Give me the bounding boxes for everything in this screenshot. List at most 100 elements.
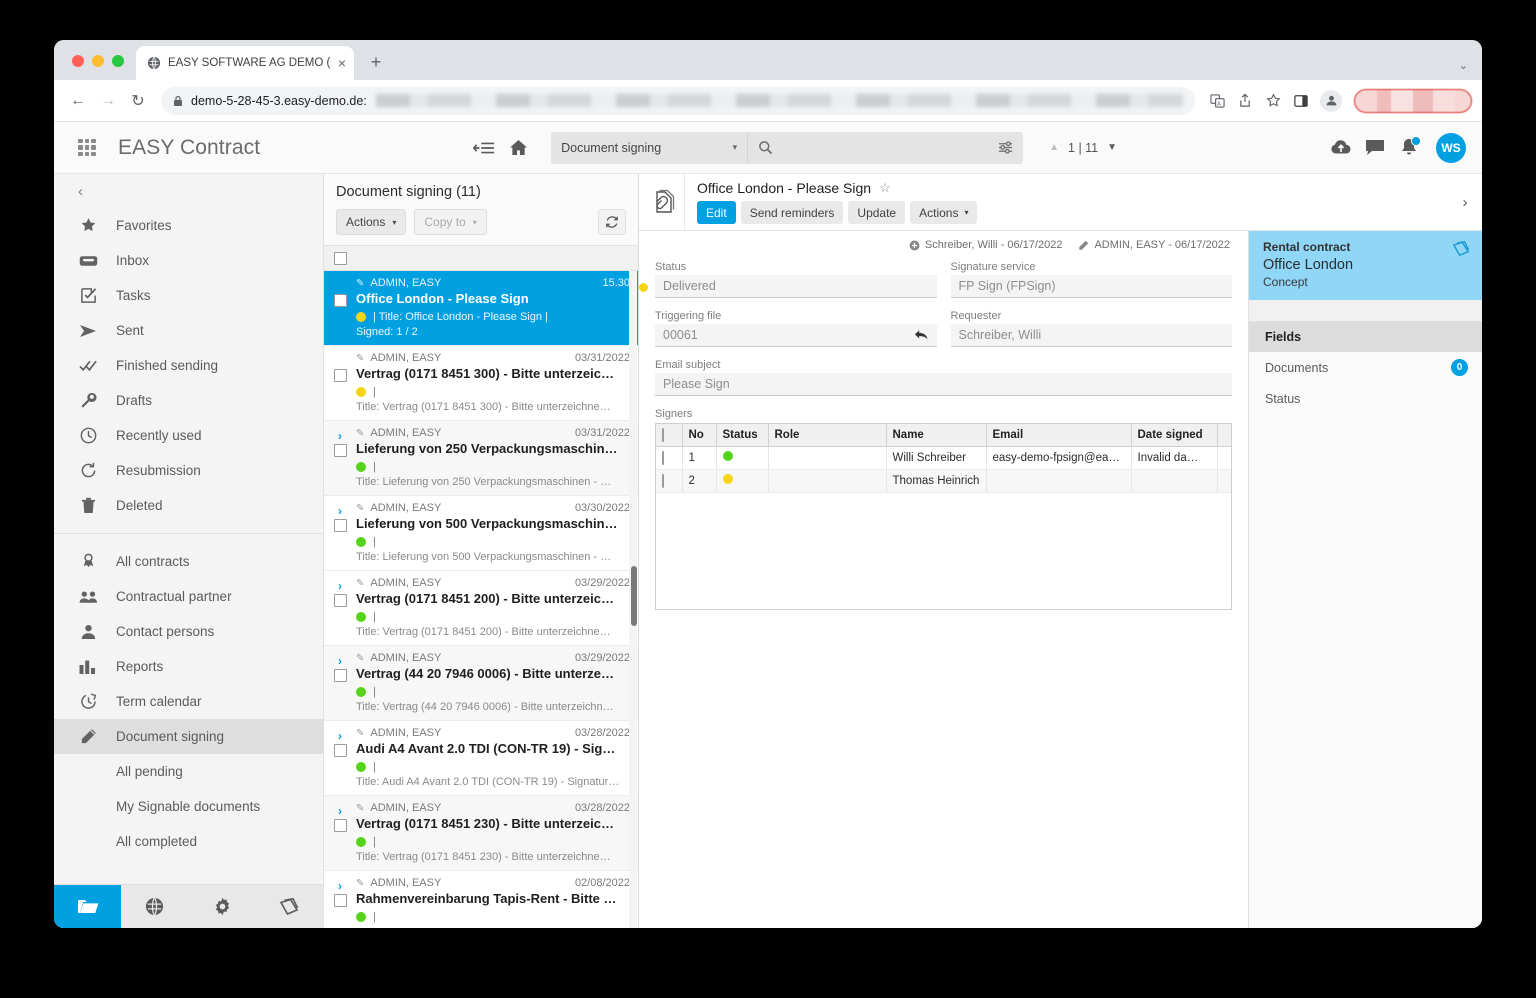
sidebar-item-all-contracts[interactable]: All contracts	[54, 544, 323, 579]
document-list[interactable]: › ✎ ADMIN, EASY 15.30 Office London - Pl…	[324, 271, 638, 928]
signers-row-checkbox[interactable]	[662, 473, 664, 488]
rail-section-fields[interactable]: Fields	[1249, 322, 1482, 352]
sidebar-subitem-all-pending[interactable]: All pending	[54, 754, 323, 789]
back-button[interactable]: ←	[64, 87, 92, 115]
list-item[interactable]: › ✎ ADMIN, EASY 03/31/2022 Vertrag (0171…	[324, 346, 638, 421]
list-item[interactable]: › ✎ ADMIN, EASY 03/28/2022 Vertrag (0171…	[324, 796, 638, 871]
gear-icon[interactable]	[189, 885, 256, 928]
sidebar-item-term-calendar[interactable]: Term calendar	[54, 684, 323, 719]
user-avatar[interactable]: WS	[1436, 132, 1466, 163]
sidebar-item-drafts[interactable]: Drafts	[54, 383, 323, 418]
expand-chevron-icon[interactable]: ›	[338, 654, 342, 669]
sidebar-item-finished-sending[interactable]: Finished sending	[54, 348, 323, 383]
list-actions-button[interactable]: Actions ▾	[336, 209, 407, 235]
extension-redacted-badge[interactable]	[1354, 88, 1472, 113]
signers-col-name[interactable]: Name	[886, 424, 987, 447]
notifications-icon[interactable]	[1392, 131, 1426, 165]
edit-button[interactable]: Edit	[697, 201, 736, 224]
list-item[interactable]: › ✎ ADMIN, EASY 03/28/2022 Audi A4 Avant…	[324, 721, 638, 796]
table-row[interactable]: 2 Thomas Heinrich	[656, 469, 1231, 493]
list-item-checkbox[interactable]	[333, 444, 347, 457]
forward-button[interactable]: →	[94, 87, 122, 115]
browser-tab[interactable]: EASY SOFTWARE AG DEMO (C ×	[136, 46, 354, 80]
rail-item-documents[interactable]: Documents 0	[1249, 352, 1482, 383]
field-status-input[interactable]: Delivered	[655, 275, 937, 298]
table-row[interactable]: 1 Willi Schreiber easy-demo-fpsign@ea… I…	[656, 446, 1231, 470]
sidebar-item-resubmission[interactable]: Resubmission	[54, 453, 323, 488]
profile-avatar-icon[interactable]	[1320, 89, 1342, 112]
search-filter-icon[interactable]	[998, 140, 1013, 155]
tab-list-chevron-icon[interactable]: ⌄	[1459, 59, 1468, 72]
sidebar-collapse-button[interactable]: ‹	[54, 174, 323, 208]
translate-icon[interactable]: A	[1204, 88, 1230, 114]
next-record-chevron-icon[interactable]: ›	[1448, 174, 1482, 230]
list-item-checkbox[interactable]	[333, 369, 347, 382]
sidebar-item-contact-persons[interactable]: Contact persons	[54, 614, 323, 649]
sidebar-subitem-my-signable-documents[interactable]: My Signable documents	[54, 789, 323, 824]
reload-button[interactable]: ↻	[124, 87, 152, 115]
maximize-window-button[interactable]	[112, 55, 124, 67]
share-icon[interactable]	[1232, 88, 1258, 114]
expand-chevron-icon[interactable]: ›	[338, 504, 342, 519]
window-controls[interactable]	[64, 55, 136, 80]
app-grid-icon[interactable]	[78, 138, 96, 157]
list-item-checkbox[interactable]	[333, 519, 347, 532]
list-item-checkbox[interactable]	[333, 744, 347, 757]
sidebar-subitem-all-completed[interactable]: All completed	[54, 824, 323, 859]
signers-row-checkbox[interactable]	[662, 450, 664, 465]
close-window-button[interactable]	[72, 55, 84, 67]
detail-actions-button[interactable]: Actions ▾	[910, 201, 978, 224]
rail-contract-card[interactable]: Rental contract Office London Concept	[1249, 231, 1482, 300]
send-reminders-button[interactable]: Send reminders	[740, 201, 844, 224]
cloud-upload-icon[interactable]	[1324, 131, 1358, 165]
address-bar[interactable]: demo-5-28-45-3.easy-demo.de:	[161, 86, 1195, 115]
signers-select-all-checkbox[interactable]	[662, 427, 664, 442]
collapse-panel-icon[interactable]	[467, 131, 501, 165]
pager-prev-icon[interactable]: ▲	[1049, 142, 1059, 153]
list-item[interactable]: › ✎ ADMIN, EASY 02/08/2022 Rahmenvereinb…	[324, 871, 638, 928]
field-requester-input[interactable]: Schreiber, Willi	[950, 324, 1232, 347]
expand-chevron-icon[interactable]: ›	[338, 579, 342, 594]
sidebar-item-document-signing[interactable]: Document signing	[54, 719, 323, 754]
update-button[interactable]: Update	[848, 201, 906, 224]
list-item[interactable]: › ✎ ADMIN, EASY 15.30 Office London - Pl…	[324, 271, 638, 346]
side-panel-icon[interactable]	[1288, 88, 1314, 114]
favorite-star-icon[interactable]: ☆	[879, 180, 891, 196]
list-scrollbar-thumb[interactable]	[631, 566, 637, 626]
minimize-window-button[interactable]	[92, 55, 104, 67]
list-item-checkbox[interactable]	[333, 669, 347, 682]
search-scope-dropdown[interactable]: Document signing ▾	[551, 131, 748, 164]
sidebar-item-sent[interactable]: Sent	[54, 313, 323, 348]
sidebar-item-deleted[interactable]: Deleted	[54, 488, 323, 523]
copy-icon[interactable]	[1452, 241, 1470, 257]
expand-chevron-icon[interactable]: ›	[338, 429, 342, 444]
sidebar-item-tasks[interactable]: Tasks	[54, 278, 323, 313]
signers-col-date-signed[interactable]: Date signed	[1131, 424, 1218, 447]
list-item[interactable]: › ✎ ADMIN, EASY 03/29/2022 Vertrag (0171…	[324, 571, 638, 646]
signers-col-email[interactable]: Email	[986, 424, 1132, 447]
list-item-checkbox[interactable]	[333, 594, 347, 607]
list-item[interactable]: › ✎ ADMIN, EASY 03/30/2022 Lieferung von…	[324, 496, 638, 571]
field-triggering-file-input[interactable]: 00061	[655, 324, 937, 347]
sidebar-item-favorites[interactable]: Favorites	[54, 208, 323, 243]
list-item[interactable]: › ✎ ADMIN, EASY 03/29/2022 Vertrag (44 2…	[324, 646, 638, 721]
sidebar-item-reports[interactable]: Reports	[54, 649, 323, 684]
expand-chevron-icon[interactable]: ›	[338, 804, 342, 819]
comments-icon[interactable]	[1358, 131, 1392, 165]
close-tab-icon[interactable]: ×	[338, 56, 346, 70]
list-item-checkbox[interactable]	[333, 819, 347, 832]
field-email-subject-input[interactable]: Please Sign	[655, 373, 1232, 396]
list-copy-to-button[interactable]: Copy to ▾	[414, 209, 487, 235]
sidebar-item-inbox[interactable]: Inbox	[54, 243, 323, 278]
signers-col-role[interactable]: Role	[768, 424, 887, 447]
signers-col-status[interactable]: Status	[716, 424, 769, 447]
expand-chevron-icon[interactable]: ›	[338, 729, 342, 744]
sidebar-item-recently-used[interactable]: Recently used	[54, 418, 323, 453]
copy-icon[interactable]	[256, 885, 323, 928]
rail-item-status[interactable]: Status	[1249, 383, 1482, 414]
open-triggering-file-icon[interactable]	[914, 329, 929, 341]
sidebar-item-contractual-partner[interactable]: Contractual partner	[54, 579, 323, 614]
signers-col-no[interactable]: No	[682, 424, 717, 447]
folder-icon[interactable]	[54, 885, 122, 928]
expand-chevron-icon[interactable]: ›	[338, 879, 342, 894]
